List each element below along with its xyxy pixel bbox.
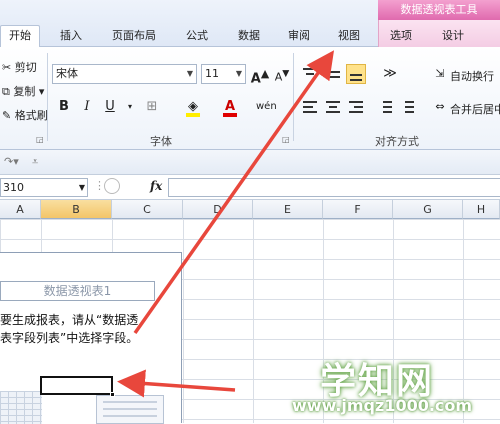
tab-page-layout[interactable]: 页面布局 xyxy=(104,26,164,47)
column-header-g[interactable]: G xyxy=(393,200,463,219)
column-header-b[interactable]: B xyxy=(41,200,112,219)
pivot-instructions: 要生成报表，请从“数据透 表字段列表”中选择字段。 xyxy=(0,311,178,347)
redo-icon[interactable]: ↷▾ xyxy=(4,155,19,168)
tab-design[interactable]: 设计 xyxy=(432,26,474,47)
group-divider xyxy=(47,53,48,141)
fill-handle[interactable] xyxy=(110,392,115,397)
tab-formulas[interactable]: 公式 xyxy=(176,26,218,47)
pivot-grid-illustration-icon xyxy=(0,391,42,424)
grow-font-label: A xyxy=(250,71,261,87)
name-box[interactable]: 310 ▼ xyxy=(0,178,88,197)
tab-insert[interactable]: 插入 xyxy=(50,26,92,47)
chevron-down-icon[interactable]: ▼ xyxy=(184,65,196,83)
column-header-h[interactable]: H xyxy=(463,200,500,219)
font-size-value: 11 xyxy=(205,67,219,80)
column-header-a[interactable]: A xyxy=(0,200,41,219)
pivot-table-title: 数据透视表1 xyxy=(0,281,155,301)
pivot-instruction-line: 表字段列表”中选择字段。 xyxy=(0,331,139,345)
column-header-d[interactable]: D xyxy=(183,200,253,219)
format-painter-label: 格式刷 xyxy=(14,109,48,122)
font-size-combo[interactable]: 11 ▼ xyxy=(201,64,246,84)
merge-center-button[interactable]: 合并后居中 xyxy=(450,101,500,117)
customize-toolbar-icon[interactable]: ⩡ xyxy=(32,155,38,169)
format-painter-button[interactable]: ✎ 格式刷 xyxy=(2,107,48,123)
align-middle-icon[interactable] xyxy=(323,65,343,85)
align-bottom-icon[interactable] xyxy=(346,64,366,84)
font-color-swatch xyxy=(223,113,237,117)
copy-icon: ⧉ xyxy=(2,85,10,98)
watermark-url: www.jmqz1000.com xyxy=(292,396,473,415)
italic-button[interactable]: I xyxy=(77,97,97,117)
chevron-down-icon[interactable]: ▼ xyxy=(79,179,85,196)
alignment-group-label: 对齐方式 xyxy=(375,135,419,148)
wrap-text-button[interactable]: 自动换行 xyxy=(450,68,494,84)
column-header-e[interactable]: E xyxy=(253,200,323,219)
font-name-combo[interactable]: 宋体 ▼ xyxy=(52,64,197,84)
pivot-instruction-line: 要生成报表，请从“数据透 xyxy=(0,313,139,327)
grow-font-button[interactable]: A▲ xyxy=(250,64,270,87)
grid-line xyxy=(463,219,464,423)
ribbon-panel: ✂ 剪切 ⧉ 复制 ▾ ✎ 格式刷 ◲ 宋体 ▼ 11 ▼ A▲ A▼ B I … xyxy=(0,47,500,150)
tab-view[interactable]: 视图 xyxy=(328,26,370,47)
font-group-label: 字体 xyxy=(150,135,172,148)
cut-button[interactable]: ✂ 剪切 xyxy=(2,59,37,75)
merge-center-icon[interactable]: ⇔ xyxy=(430,97,450,117)
underline-button[interactable]: U xyxy=(100,97,120,117)
font-name-value: 宋体 xyxy=(56,67,78,80)
quick-access-toolbar: ↷▾ ⩡ xyxy=(0,150,500,175)
pivot-table-placeholder[interactable]: 数据透视表1 要生成报表，请从“数据透 表字段列表”中选择字段。 xyxy=(0,252,182,424)
chevron-down-icon[interactable]: ▼ xyxy=(233,65,245,83)
ribbon-tab-bar: 数据透视表工具 开始 插入 页面布局 公式 数据 审阅 视图 选项 设计 xyxy=(0,0,500,47)
pivot-tools-context-title: 数据透视表工具 xyxy=(378,0,500,20)
orientation-icon[interactable]: ≫ xyxy=(380,64,400,84)
brush-icon: ✎ xyxy=(2,109,12,122)
grid-line xyxy=(183,219,184,423)
cancel-entry-icon[interactable] xyxy=(104,178,120,194)
shrink-font-icon: ▼ xyxy=(282,68,290,79)
clipboard-launcher-icon[interactable]: ◲ xyxy=(36,135,44,144)
copy-button[interactable]: ⧉ 复制 ▾ xyxy=(2,83,44,99)
borders-icon[interactable]: ⊞ xyxy=(142,97,162,117)
align-center-icon[interactable] xyxy=(323,98,343,118)
align-right-icon[interactable] xyxy=(346,98,366,118)
field-list-illustration-icon xyxy=(96,395,164,424)
cut-label: 剪切 xyxy=(14,61,37,74)
tab-options[interactable]: 选项 xyxy=(380,26,422,47)
formula-bar: 310 ▼ ⋮ fx xyxy=(0,175,500,200)
align-left-icon[interactable] xyxy=(300,98,320,118)
tab-home[interactable]: 开始 xyxy=(0,25,40,47)
insert-function-button[interactable]: fx xyxy=(150,179,162,193)
group-divider xyxy=(293,53,294,141)
shrink-font-button[interactable]: A▼ xyxy=(272,64,292,84)
copy-label: 复制 ▾ xyxy=(13,85,45,98)
column-header-f[interactable]: F xyxy=(323,200,393,219)
fill-color-swatch xyxy=(186,113,200,117)
wrap-text-icon[interactable]: ⇲ xyxy=(430,64,450,84)
decrease-indent-icon[interactable] xyxy=(375,98,395,118)
scissors-icon: ✂ xyxy=(2,61,12,74)
active-cell[interactable] xyxy=(40,376,115,397)
grid-line xyxy=(253,219,254,423)
align-top-icon[interactable] xyxy=(300,65,320,85)
name-box-value: 310 xyxy=(3,181,24,194)
bold-button[interactable]: B xyxy=(54,97,74,117)
tab-review[interactable]: 审阅 xyxy=(278,26,320,47)
tab-data[interactable]: 数据 xyxy=(228,26,270,47)
chevron-down-icon[interactable]: ▾ xyxy=(120,97,140,117)
increase-indent-icon[interactable] xyxy=(397,98,417,118)
formula-input[interactable] xyxy=(168,178,500,197)
font-launcher-icon[interactable]: ◲ xyxy=(282,135,290,144)
column-header-c[interactable]: C xyxy=(112,200,183,219)
phonetic-guide-icon[interactable]: wén xyxy=(256,97,277,117)
grow-font-icon: ▲ xyxy=(260,67,270,80)
